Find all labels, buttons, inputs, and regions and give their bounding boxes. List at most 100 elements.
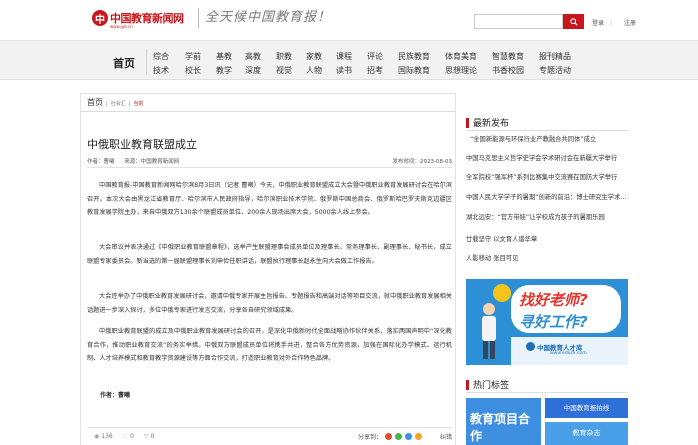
nav-link[interactable]: 民族教育 (398, 50, 430, 64)
news-list-item[interactable]: 人影移动 张目可见 (466, 253, 628, 262)
nav-link[interactable]: 综合 (153, 50, 169, 64)
logo-mark-icon: 中 (92, 10, 108, 26)
hot-tags-header: 热门标签 (466, 378, 509, 391)
promo-tile-cooperation[interactable]: 教育项目合作 (466, 398, 541, 445)
register-link[interactable]: 注册 (624, 20, 636, 27)
nav-column: 课程 读书 (336, 50, 352, 78)
nav-link[interactable]: 体育美育 (445, 50, 477, 64)
nav-link[interactable]: 基教 (216, 50, 232, 64)
news-list-item[interactable]: 廿载坚守 以文育人谱华章 (466, 234, 628, 243)
search-button[interactable] (563, 14, 584, 29)
nav-column: 民族教育 国际教育 (398, 50, 430, 78)
breadcrumb-separator: | (106, 101, 108, 107)
share-bar: 分享到： (358, 432, 423, 441)
article-paragraph: 中俄职业教育联盟的成立及中俄职业教育发展研讨会的召开，是深化中俄新时代全面战略协… (87, 328, 452, 362)
nav-link[interactable]: 思想理论 (445, 64, 477, 78)
promo-tile-newspaper[interactable]: 中国教育报拍线 (545, 398, 628, 418)
likes-count: 0 (130, 433, 134, 440)
divider (87, 167, 452, 168)
nav-link[interactable]: 国际教育 (398, 64, 430, 78)
breadcrumb-section[interactable]: 社会汇 (111, 100, 126, 107)
nav-column: 评论 招考 (367, 50, 383, 78)
brand-logo-icon (526, 342, 535, 351)
talent-ad-banner[interactable]: 找好老师? 寻好工作? 中国教育人才库 www.educk.com (466, 279, 628, 365)
print-button[interactable]: 纠错 (440, 432, 452, 441)
article-meta: 作者：曹曦 来源：中国教育新闻网 发布时间：2023-08-03 (87, 157, 452, 165)
search-icon (569, 17, 578, 26)
publish-date: 发布时间：2023-08-03 (392, 159, 452, 165)
nav-column: 综合 技术 (153, 50, 169, 78)
site-logo[interactable]: 中 中国教育新闻网 www.jyb.cn (92, 9, 184, 29)
promo-tile-magazine[interactable]: 教育杂志 (545, 422, 628, 445)
dislikes-count: 0 (150, 433, 155, 440)
nav-column: 学前 校长 (185, 50, 201, 78)
dislike-button[interactable]: ▽ 0 (144, 433, 154, 440)
nav-link[interactable]: 技术 (153, 64, 169, 78)
nav-link[interactable]: 高教 (245, 50, 261, 64)
divider (466, 130, 628, 131)
nav-link[interactable]: 专题活动 (539, 64, 571, 78)
nav-link[interactable]: 教学 (216, 64, 232, 78)
wechat-share-icon[interactable] (395, 433, 403, 440)
nav-link[interactable]: 评论 (367, 50, 383, 64)
divider (466, 392, 628, 393)
breadcrumb-separator: | (128, 101, 131, 107)
nav-column: 体育美育 思想理论 (445, 50, 477, 78)
like-button[interactable]: ♡ 0 (123, 433, 134, 440)
nav-link[interactable]: 报刊精品 (539, 50, 571, 64)
person-illustration-icon (482, 303, 496, 359)
breadcrumb-current: 当前 (133, 101, 144, 107)
breadcrumb-home[interactable]: 首页 (87, 97, 103, 108)
section-marker (466, 117, 469, 128)
share-label: 分享到： (358, 434, 383, 441)
thumbs-down-icon: ▽ (143, 433, 149, 440)
nav-link[interactable]: 校长 (185, 64, 201, 78)
nav-link[interactable]: 视觉 (276, 64, 292, 78)
nav-link[interactable]: 深度 (245, 64, 261, 78)
nav-link[interactable]: 招考 (367, 64, 383, 78)
nav-link[interactable]: 家教 (306, 50, 322, 64)
article-author: 曹曦 (103, 159, 115, 165)
search-input[interactable] (474, 14, 563, 29)
weibo-share-icon[interactable] (385, 433, 393, 440)
login-link[interactable]: 登录 (592, 20, 604, 27)
news-list-item[interactable]: 全军院校“强军杯”系列比赛集中交流赛在国防大学举行 (466, 172, 628, 181)
views-stat: ◉ 136 (94, 433, 113, 440)
nav-link[interactable]: 人物 (306, 64, 322, 78)
qq-share-icon[interactable] (405, 433, 413, 440)
nav-link[interactable]: 课程 (336, 50, 352, 64)
footer-author: 曹曦 (118, 392, 131, 399)
nav-link[interactable]: 书香校园 (492, 64, 524, 78)
nav-divider (146, 49, 147, 75)
ad-line-1: 找好老师? (519, 291, 588, 309)
main-nav: 首页 综合 技术 学前 校长 基教 教学 高教 深度 职教 视觉 家教 人物 课程 读书 评论… (0, 40, 698, 80)
article-stats: ◉ 136 ♡ 0 ▽ 0 (94, 433, 154, 440)
news-list-item[interactable]: 中国人民大学学子的暑期“创新的前沿：博士研究生学术论坛 (466, 192, 628, 201)
nav-link[interactable]: 职教 (276, 50, 292, 64)
nav-link[interactable]: 学前 (185, 50, 201, 64)
nav-column: 基教 教学 (216, 50, 232, 78)
article-footer-author: 作者：曹曦 (100, 390, 130, 399)
article-paragraph: 大会还举办了中俄职业教育发展研讨会，邀请中俄专家开展主旨报告、专题报告和高端对话… (87, 293, 452, 314)
section-marker (466, 379, 469, 390)
site-slogan: 全天候中国教育报！ (198, 8, 331, 28)
latest-news-title: 最新发布 (473, 119, 510, 129)
nav-home[interactable]: 首页 (113, 55, 135, 71)
article-title: 中俄职业教育联盟成立 (87, 138, 197, 151)
site-header: 中 中国教育新闻网 www.jyb.cn 全天候中国教育报！ 登录 | 注册 (0, 0, 698, 40)
ad-url: www.educk.com (550, 351, 587, 356)
sun-decoration (493, 284, 511, 302)
qzone-share-icon[interactable] (415, 433, 423, 440)
breadcrumb: 首页 | 社会汇 | 当前 (87, 97, 143, 108)
login-links: 登录 | 注册 (592, 20, 636, 27)
nav-link[interactable]: 智慧教育 (492, 50, 524, 64)
latest-news-header: 最新发布 (466, 116, 509, 129)
nav-column: 家教 人物 (306, 50, 322, 78)
article-source: 中国教育新闻网 (140, 159, 180, 165)
nav-column: 高教 深度 (245, 50, 261, 78)
nav-link[interactable]: 读书 (336, 64, 352, 78)
news-list-item[interactable]: 中国马克思主义哲学史学会学术研讨会在新疆大学举行 (466, 153, 628, 162)
news-list-item[interactable]: 湖北远安：“官方带娃”让学校成为孩子的暑期乐园 (466, 212, 628, 221)
news-list-item[interactable]: “全国新能源与环保行业产教融合共同体”成立 (466, 134, 628, 143)
eye-icon: ◉ (94, 433, 100, 440)
